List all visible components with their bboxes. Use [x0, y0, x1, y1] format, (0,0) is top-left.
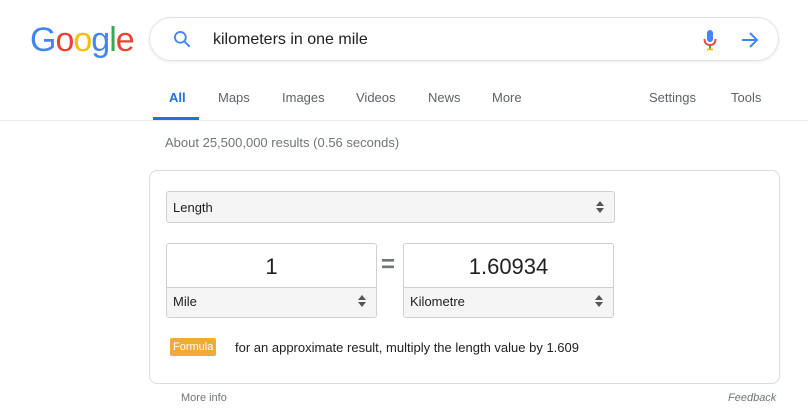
tabs-divider — [0, 120, 808, 121]
tab-news[interactable]: News — [428, 90, 461, 106]
to-unit-box: 1.60934 Kilometre — [403, 243, 614, 318]
category-select[interactable]: Length — [166, 191, 615, 223]
to-unit-select[interactable]: Kilometre — [404, 288, 613, 317]
google-logo[interactable]: Google — [30, 20, 135, 60]
select-arrows-icon — [595, 295, 603, 307]
search-bar[interactable]: kilometers in one mile — [149, 17, 779, 61]
formula-text: for an approximate result, multiply the … — [235, 340, 579, 355]
arrow-right-icon[interactable] — [740, 30, 760, 50]
search-icon[interactable] — [172, 29, 192, 49]
tab-all[interactable]: All — [169, 90, 186, 106]
equals-sign: = — [381, 251, 396, 278]
logo-letter: o — [73, 21, 92, 59]
logo-letter: e — [115, 21, 135, 59]
search-input[interactable]: kilometers in one mile — [213, 30, 368, 50]
mic-icon[interactable] — [702, 29, 718, 51]
tab-more[interactable]: More — [492, 90, 522, 106]
tab-maps[interactable]: Maps — [218, 90, 250, 106]
formula-badge: Formula — [170, 338, 217, 356]
logo-letter: g — [91, 21, 110, 59]
select-arrows-icon — [596, 201, 604, 213]
tab-videos[interactable]: Videos — [356, 90, 396, 106]
to-unit-label: Kilometre — [410, 294, 465, 309]
logo-letter: o — [55, 21, 74, 59]
from-unit-label: Mile — [173, 294, 197, 309]
from-unit-select[interactable]: Mile — [167, 288, 376, 317]
tools-link[interactable]: Tools — [731, 90, 761, 106]
to-value-input[interactable]: 1.60934 — [404, 254, 613, 280]
from-value-input[interactable]: 1 — [167, 254, 376, 280]
logo-letter: G — [30, 21, 56, 59]
feedback-link[interactable]: Feedback — [728, 391, 776, 405]
from-unit-box: 1 Mile — [166, 243, 377, 318]
more-info-link[interactable]: More info — [181, 391, 227, 405]
tab-images[interactable]: Images — [282, 90, 325, 106]
category-select-label: Length — [173, 200, 213, 215]
result-stats: About 25,500,000 results (0.56 seconds) — [165, 135, 400, 150]
settings-link[interactable]: Settings — [649, 90, 696, 106]
select-arrows-icon — [358, 295, 366, 307]
